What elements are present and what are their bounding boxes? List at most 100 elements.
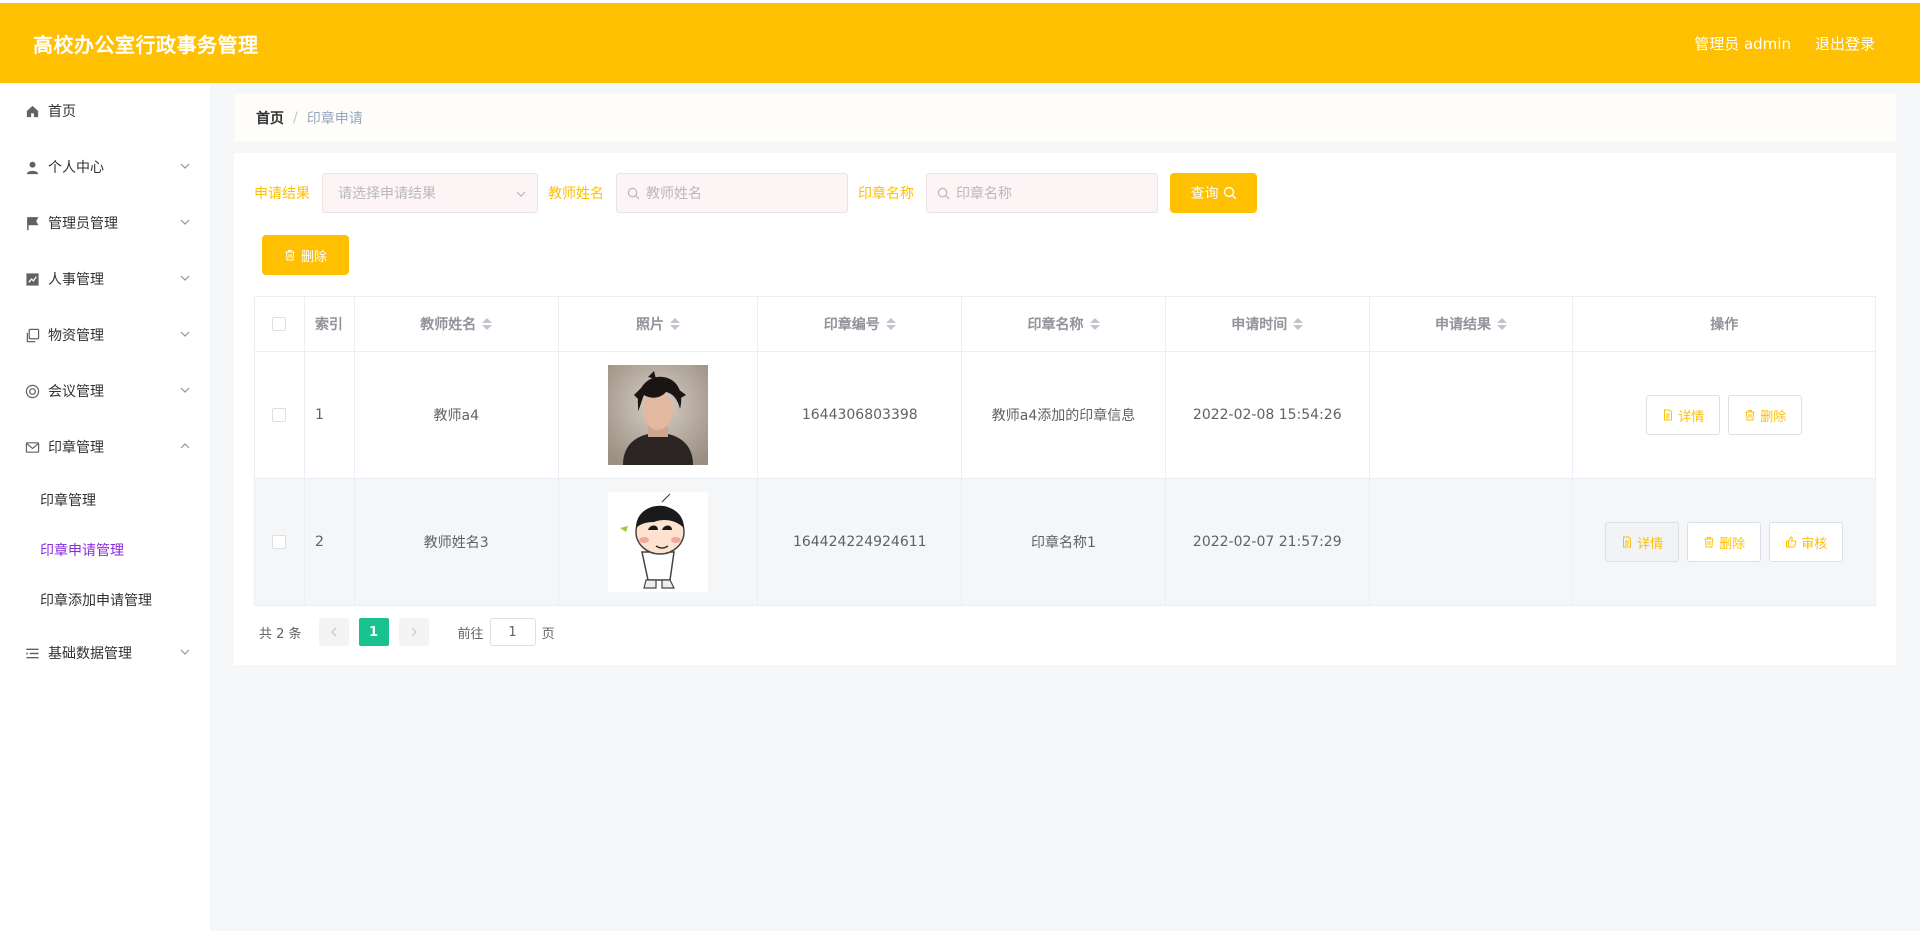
- column-header[interactable]: 印章名称: [962, 297, 1166, 351]
- column-header: 索引: [305, 297, 355, 351]
- sidebar-subitem-label: 印章申请管理: [40, 543, 124, 559]
- chevron-up-icon: [180, 443, 190, 449]
- sidebar-item-personal-center[interactable]: 个人中心: [0, 139, 210, 195]
- detail-button-label: 详情: [1678, 409, 1705, 425]
- chevron-down-icon: [180, 275, 190, 281]
- search-icon: [937, 187, 950, 199]
- sidebar-item-basic-data-management[interactable]: 基础数据管理: [0, 625, 210, 681]
- table-row: 1 教师a4 1644306803398 教师a4添加的印章信息 2022-02…: [255, 352, 1875, 479]
- sidebar-subitem-seal-add-application-management[interactable]: 印章添加申请管理: [0, 575, 210, 625]
- sidebar: 首页 个人中心 管理员管理 人事管理 物资管理 会议管理 印章管理 印章管理 印…: [0, 83, 210, 931]
- delete-button-label: 删除: [1719, 536, 1746, 552]
- seal-application-table: 索引 教师姓名 照片 印章编号 印章名称 申请时间 申请结果 操作 1 教师a4: [254, 296, 1876, 606]
- photo-cell: [559, 352, 759, 478]
- result-filter-label: 申请结果: [254, 186, 310, 202]
- table-row: 2 教师姓名3 164424224924611 印章名称1 2022-02-07…: [255, 479, 1875, 606]
- logout-link[interactable]: 退出登录: [1815, 33, 1875, 54]
- document-icon: [1623, 536, 1632, 548]
- sort-icon[interactable]: [482, 318, 493, 330]
- apply-result-cell: [1370, 479, 1574, 605]
- teacher-photo[interactable]: [608, 365, 709, 465]
- top-header: 高校办公室行政事务管理 管理员 admin 退出登录: [0, 0, 1920, 83]
- query-button[interactable]: 查询: [1170, 173, 1257, 213]
- column-header-label: 申请结果: [1435, 317, 1492, 333]
- next-page-button[interactable]: [398, 618, 429, 646]
- teacher-name-input[interactable]: 教师姓名: [616, 173, 848, 213]
- row-checkbox[interactable]: [272, 408, 287, 422]
- column-header-label: 教师姓名: [420, 317, 477, 333]
- detail-button[interactable]: 详情: [1605, 522, 1680, 562]
- column-header[interactable]: 申请时间: [1166, 297, 1370, 351]
- sort-icon[interactable]: [885, 318, 896, 330]
- sidebar-item-home[interactable]: 首页: [0, 83, 210, 139]
- seal-number-cell: 1644306803398: [758, 352, 963, 478]
- sidebar-subitem-seal-management[interactable]: 印章管理: [0, 475, 210, 525]
- row-actions: 详情 删除: [1646, 395, 1803, 435]
- sidebar-item-admin-management[interactable]: 管理员管理: [0, 195, 210, 251]
- chevron-left-icon: [330, 627, 336, 637]
- row-select-cell: [255, 479, 305, 605]
- mail-icon: [24, 439, 40, 455]
- result-select[interactable]: 请选择申请结果: [322, 173, 538, 213]
- page-number-button[interactable]: 1: [358, 618, 389, 646]
- sidebar-item-hr-management[interactable]: 人事管理: [0, 251, 210, 307]
- sidebar-subitem-seal-application-management[interactable]: 印章申请管理: [0, 525, 210, 575]
- goto-page-input[interactable]: [489, 618, 536, 646]
- chevron-down-icon: [180, 331, 190, 337]
- breadcrumb-separator: /: [293, 110, 298, 126]
- column-header[interactable]: 教师姓名: [355, 297, 559, 351]
- search-icon: [1223, 186, 1236, 200]
- review-button[interactable]: 审核: [1769, 522, 1844, 562]
- sidebar-item-seal-management[interactable]: 印章管理: [0, 419, 210, 475]
- column-header-label: 操作: [1710, 317, 1739, 333]
- chart-icon: [24, 271, 40, 287]
- sidebar-item-label: 会议管理: [48, 384, 104, 400]
- sort-icon[interactable]: [670, 318, 681, 330]
- chevron-down-icon: [180, 219, 190, 225]
- row-actions: 详情 删除 审核: [1605, 522, 1844, 562]
- column-header-label: 印章编号: [823, 317, 880, 333]
- sidebar-item-meeting-management[interactable]: 会议管理: [0, 363, 210, 419]
- column-header-label: 印章名称: [1027, 317, 1084, 333]
- search-icon: [627, 187, 640, 199]
- column-header[interactable]: 照片: [559, 297, 759, 351]
- column-header[interactable]: 申请结果: [1370, 297, 1574, 351]
- sidebar-subitem-label: 印章管理: [40, 493, 96, 509]
- chevron-down-icon: [516, 191, 526, 197]
- batch-delete-button[interactable]: 删除: [262, 235, 349, 275]
- sort-icon[interactable]: [1293, 318, 1304, 330]
- header-user-area: 管理员 admin 退出登录: [1694, 33, 1875, 54]
- seal-name-input[interactable]: 印章名称: [926, 173, 1158, 213]
- seal-name-cell: 教师a4添加的印章信息: [962, 352, 1166, 478]
- thumbs-up-icon: [1786, 536, 1797, 548]
- delete-button[interactable]: 删除: [1728, 395, 1803, 435]
- sidebar-item-label: 首页: [48, 104, 76, 120]
- chevron-down-icon: [180, 649, 190, 655]
- batch-delete-label: 删除: [300, 249, 327, 265]
- delete-button[interactable]: 删除: [1687, 522, 1762, 562]
- index-cell: 1: [305, 352, 355, 478]
- select-all-cell: [255, 297, 305, 351]
- column-header-label: 索引: [314, 317, 343, 333]
- breadcrumb-home[interactable]: 首页: [256, 108, 284, 128]
- teacher-photo[interactable]: [608, 492, 709, 592]
- apply-result-cell: [1370, 352, 1574, 478]
- sort-icon[interactable]: [1497, 318, 1508, 330]
- operations-cell: 详情 删除: [1573, 352, 1875, 478]
- column-header[interactable]: 印章编号: [758, 297, 963, 351]
- table-header: 索引 教师姓名 照片 印章编号 印章名称 申请时间 申请结果 操作: [255, 297, 1875, 352]
- home-icon: [24, 103, 40, 119]
- prev-page-button[interactable]: [318, 618, 349, 646]
- operations-cell: 详情 删除 审核: [1573, 479, 1875, 605]
- sidebar-item-label: 管理员管理: [48, 216, 118, 232]
- filter-bar: 申请结果 请选择申请结果 教师姓名 教师姓名 印章名称 印章名称 查询: [254, 173, 1257, 213]
- detail-button[interactable]: 详情: [1646, 395, 1721, 435]
- row-checkbox[interactable]: [272, 535, 287, 549]
- teacher-filter-label: 教师姓名: [548, 186, 604, 202]
- sidebar-item-materials-management[interactable]: 物资管理: [0, 307, 210, 363]
- admin-user-label[interactable]: 管理员 admin: [1694, 33, 1791, 54]
- apply-time-cell: 2022-02-08 15:54:26: [1166, 352, 1370, 478]
- select-all-checkbox[interactable]: [272, 317, 287, 331]
- copy-icon: [24, 327, 40, 343]
- sort-icon[interactable]: [1089, 318, 1100, 330]
